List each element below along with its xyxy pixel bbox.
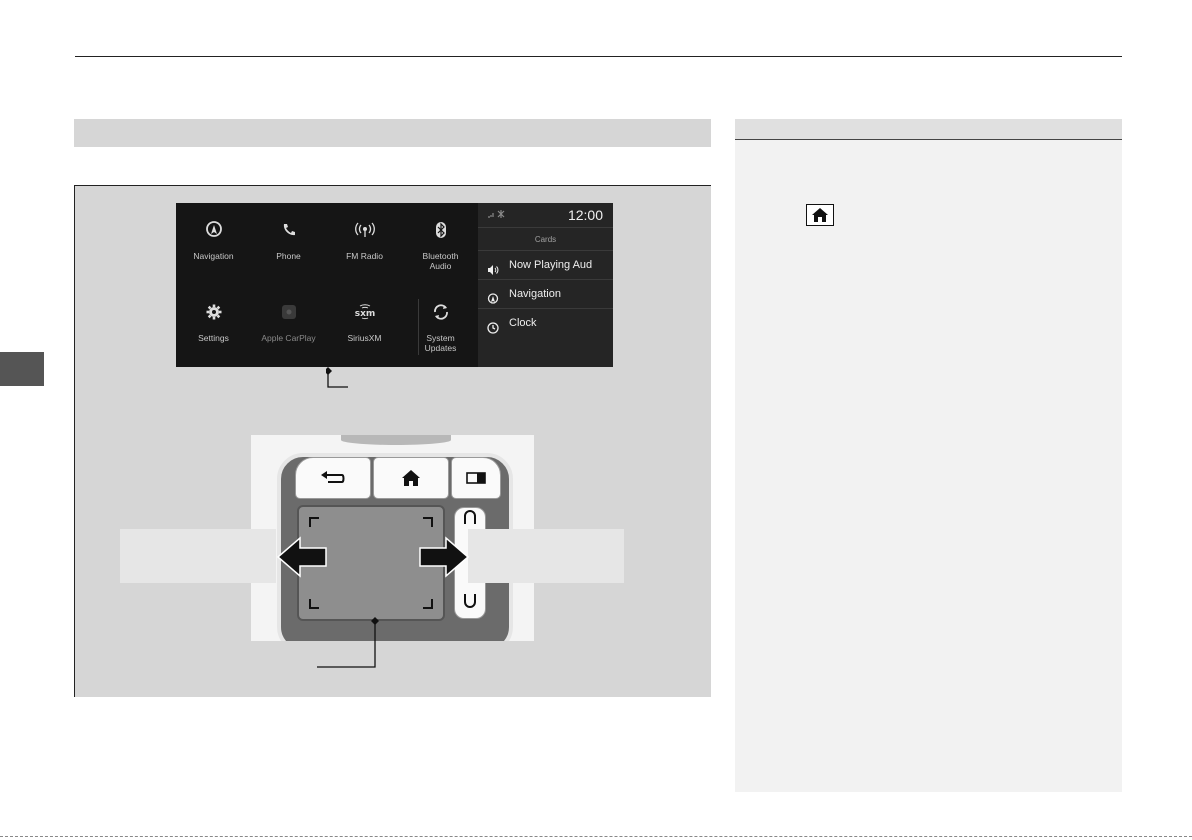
swipe-right-callout [468, 529, 624, 583]
dial-bezel [341, 435, 451, 445]
screen-callout-line [326, 367, 348, 388]
back-button[interactable] [295, 457, 371, 499]
app-bluetooth-audio[interactable]: Bluetooth Audio [403, 219, 478, 271]
app-label: Settings [198, 333, 229, 343]
app-fm-radio[interactable]: FM Radio [327, 219, 402, 261]
app-label: FM Radio [346, 251, 383, 261]
card-label: Now Playing Aud [509, 259, 593, 271]
display-icon [466, 472, 486, 484]
phone-icon [251, 219, 326, 241]
sidebar-note-panel [735, 140, 1122, 792]
signal-icon [487, 209, 507, 221]
siriusxm-icon: sxm [327, 301, 402, 323]
card-label: Clock [509, 317, 537, 329]
app-navigation[interactable]: Navigation [176, 219, 251, 261]
status-bar: 12:00 [478, 203, 613, 228]
arrow-left-icon [276, 536, 327, 578]
card-label: Navigation [509, 288, 561, 300]
swipe-left-callout [120, 529, 276, 583]
gear-icon [176, 301, 251, 323]
app-label: Apple CarPlay [261, 333, 316, 343]
radio-icon [327, 219, 402, 241]
navigation-icon [487, 288, 499, 308]
app-label: Bluetooth Audio [422, 251, 459, 271]
clock-time: 12:00 [567, 207, 603, 223]
app-settings[interactable]: Settings [176, 301, 251, 343]
home-button[interactable] [373, 457, 449, 499]
page-trim-line [0, 836, 1192, 837]
app-divider [418, 299, 419, 355]
navigation-icon [176, 219, 251, 241]
app-phone[interactable]: Phone [251, 219, 326, 261]
app-label: Navigation [193, 251, 234, 261]
sidebar-heading-band [735, 119, 1122, 140]
carplay-icon [251, 301, 326, 323]
home-icon [806, 204, 834, 226]
display-button[interactable] [451, 457, 501, 499]
bluetooth-icon [403, 219, 478, 241]
cards-panel: 12:00 Cards Now Playing Aud Navigation C… [478, 203, 613, 367]
app-label: SiriusXM [347, 333, 382, 343]
app-apple-carplay[interactable]: Apple CarPlay [251, 301, 326, 343]
cards-title: Cards [534, 235, 557, 244]
section-heading-band [74, 119, 711, 147]
app-system-updates[interactable]: System Updates [403, 301, 478, 353]
clock-icon [487, 317, 499, 337]
chapter-tab [0, 352, 44, 386]
svg-text:sxm: sxm [354, 309, 375, 319]
app-label: System Updates [424, 333, 457, 353]
arrow-right-icon [419, 536, 470, 578]
speaker-icon [487, 259, 499, 279]
card-now-playing[interactable]: Now Playing Aud [478, 250, 613, 279]
home-screen: Navigation Phone FM Radio Bluetooth Audi… [176, 203, 613, 367]
refresh-icon [403, 301, 478, 323]
header-rule [75, 56, 1122, 57]
card-navigation[interactable]: Navigation [478, 279, 613, 308]
app-label: Phone [276, 251, 301, 261]
home-icon [402, 470, 420, 486]
back-icon [321, 471, 345, 483]
touchpad-callout-line [317, 617, 379, 668]
card-clock[interactable]: Clock [478, 308, 613, 337]
app-siriusxm[interactable]: sxm SiriusXM [327, 301, 402, 343]
